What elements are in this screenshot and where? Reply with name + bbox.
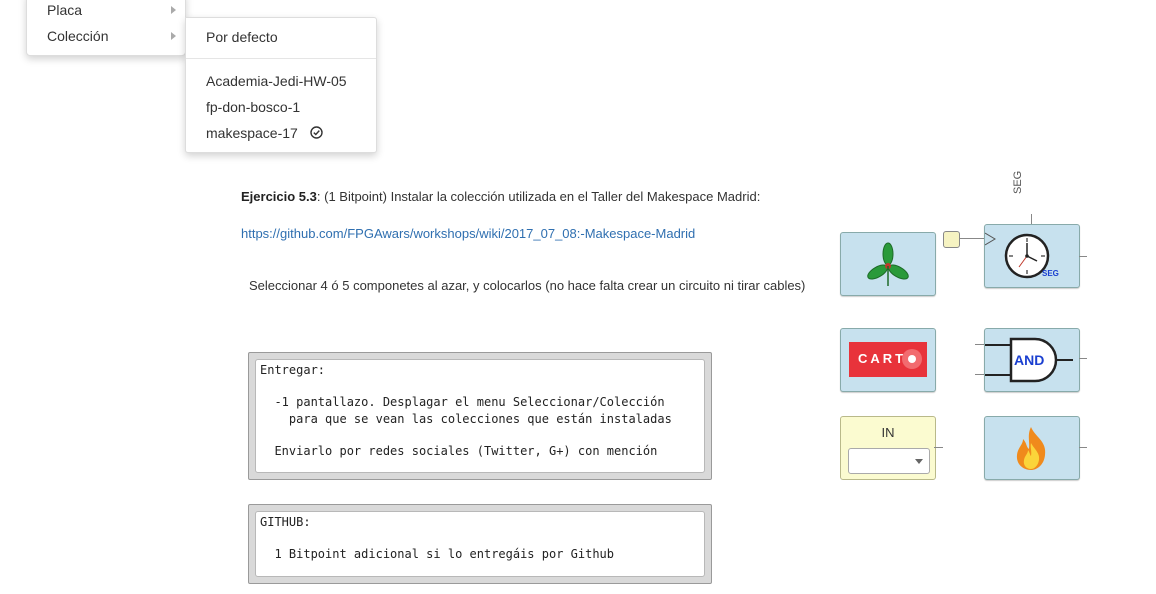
submenu-item-label: Por defecto — [206, 29, 278, 45]
menu-item-placa[interactable]: Placa — [47, 0, 82, 21]
chevron-right-icon — [171, 6, 176, 14]
and-gate-block[interactable]: AND — [984, 328, 1080, 392]
select-menu: Placa Colección — [26, 0, 186, 56]
exercise-title: Ejercicio 5.3 — [241, 189, 317, 204]
clock-seg-label: SEG — [1042, 269, 1059, 278]
github-textarea[interactable]: GITHUB: 1 Bitpoint adicional si lo entre… — [255, 511, 705, 577]
exercise-link-line: https://github.com/FPGAwars/workshops/wi… — [241, 226, 695, 241]
carto-block[interactable]: CART — [840, 328, 936, 392]
code-line: GITHUB: — [260, 515, 311, 529]
wire — [1079, 358, 1087, 359]
code-line: -1 pantallazo. Desplagar el menu Selecci… — [260, 395, 665, 409]
menu-item-label: Colección — [47, 28, 109, 44]
carto-circle-icon — [902, 349, 922, 369]
seg-pin-label: SEG — [1012, 170, 1024, 194]
wire — [1079, 256, 1087, 257]
submenu-item-fp-don-bosco[interactable]: fp-don-bosco-1 — [206, 96, 300, 118]
exercise-title-suffix: : (1 Bitpoint) Instalar la colección uti… — [316, 189, 761, 204]
carto-logo-text: CART — [858, 351, 907, 366]
chevron-right-icon — [171, 32, 176, 40]
input-block[interactable]: IN — [840, 416, 936, 480]
input-block-label: IN — [881, 425, 895, 440]
entregar-box: Entregar: -1 pantallazo. Desplagar el me… — [248, 352, 712, 480]
entregar-textarea[interactable]: Entregar: -1 pantallazo. Desplagar el me… — [255, 359, 705, 473]
code-line: Enviarlo por redes sociales (Twitter, G+… — [260, 444, 658, 458]
input-pin-select[interactable] — [848, 448, 930, 474]
wire — [1031, 214, 1032, 224]
submenu-divider — [186, 58, 376, 59]
code-line: 1 Bitpoint adicional si lo entregáis por… — [260, 547, 615, 561]
code-line: Entregar: — [260, 363, 326, 377]
fire-icon — [1016, 427, 1046, 470]
fan-block[interactable] — [840, 232, 936, 296]
exercise-description: Seleccionar 4 ó 5 componetes al azar, y … — [249, 278, 806, 293]
carto-logo: CART — [849, 342, 927, 377]
clock-block[interactable] — [984, 224, 1080, 288]
submenu-item-label: fp-don-bosco-1 — [206, 99, 301, 115]
submenu-item-label: makespace-17 — [206, 125, 298, 141]
wire — [1079, 447, 1087, 448]
github-box: GITHUB: 1 Bitpoint adicional si lo entre… — [248, 504, 712, 584]
submenu-item-default[interactable]: Por defecto — [206, 26, 278, 48]
menu-item-coleccion[interactable]: Colección — [47, 25, 108, 47]
clock-icon — [984, 232, 1050, 279]
menu-item-label: Placa — [47, 2, 83, 18]
chevron-down-icon — [915, 459, 923, 464]
submenu-item-academia[interactable]: Academia-Jedi-HW-05 — [206, 70, 347, 92]
check-circle-icon — [310, 126, 323, 139]
wire — [959, 238, 984, 239]
input-pin[interactable] — [943, 231, 960, 248]
and-gate-label: AND — [1014, 352, 1045, 368]
collection-submenu: Por defecto Academia-Jedi-HW-05 fp-don-b… — [185, 17, 377, 153]
fan-icon — [867, 242, 909, 286]
workshop-link[interactable]: https://github.com/FPGAwars/workshops/wi… — [241, 226, 695, 241]
submenu-item-label: Academia-Jedi-HW-05 — [206, 73, 347, 89]
wire — [934, 447, 943, 448]
code-line: para que se vean las colecciones que est… — [260, 412, 672, 426]
fire-block[interactable] — [984, 416, 1080, 480]
submenu-item-makespace[interactable]: makespace-17 — [206, 122, 323, 144]
exercise-heading: Ejercicio 5.3: (1 Bitpoint) Instalar la … — [241, 189, 760, 204]
